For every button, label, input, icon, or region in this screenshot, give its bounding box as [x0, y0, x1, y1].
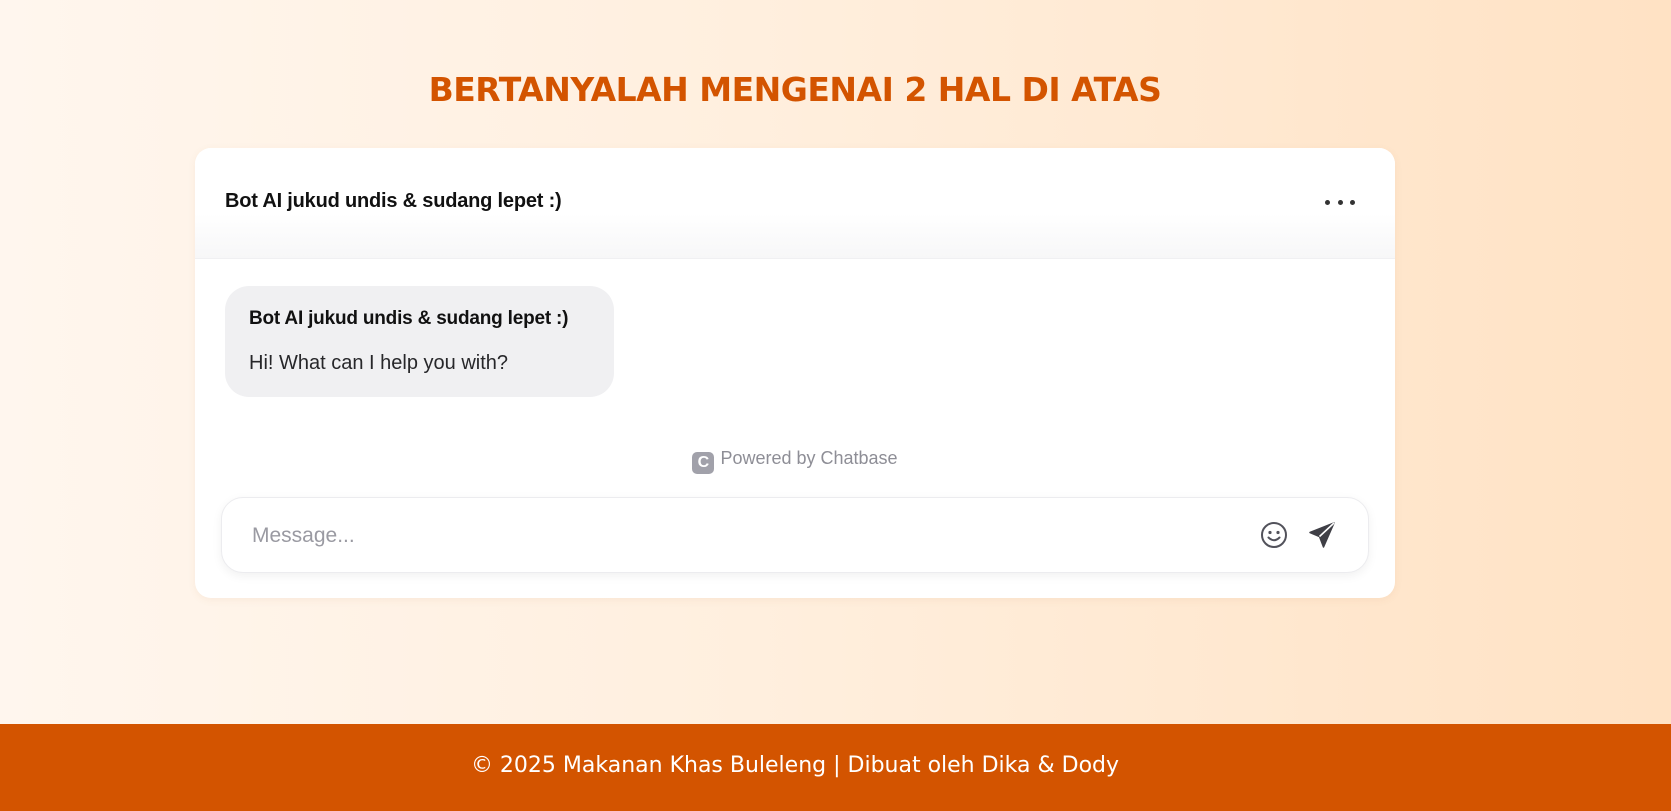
powered-by-link[interactable]: C Powered by Chatbase: [195, 448, 1395, 474]
chat-header-title: Bot AI jukud undis & sudang lepet :): [225, 190, 562, 212]
chat-header: Bot AI jukud undis & sudang lepet :): [195, 148, 1395, 259]
message-input[interactable]: [250, 516, 1234, 556]
send-button[interactable]: [1307, 520, 1337, 550]
smiley-face-icon: [1261, 522, 1287, 548]
chatbase-logo-icon: C: [692, 452, 715, 474]
message-text: Hi! What can I help you with?: [249, 352, 509, 374]
message-composer: [221, 497, 1369, 573]
page-title: BERTANYALAH MENGENAI 2 HAL DI ATAS: [428, 70, 1162, 109]
more-horizontal-icon: [1350, 199, 1355, 205]
message-sender: Bot AI jukud undis & sudang lepet :): [249, 308, 569, 329]
more-horizontal-icon: [1337, 199, 1343, 205]
more-horizontal-icon: [1325, 199, 1330, 205]
more-options-button[interactable]: [1325, 193, 1355, 211]
footer-copyright: © 2025 Makanan Khas Buleleng | Dibuat ol…: [470, 753, 1120, 778]
chat-widget: Bot AI jukud undis & sudang lepet :) Bot…: [195, 148, 1395, 598]
emoji-button[interactable]: [1259, 520, 1289, 550]
bot-message-bubble: Bot AI jukud undis & sudang lepet :) Hi!…: [225, 286, 614, 397]
site-footer: © 2025 Makanan Khas Buleleng | Dibuat ol…: [0, 724, 1671, 811]
paper-plane-icon: [1309, 522, 1335, 548]
powered-by-text: Powered by Chatbase: [720, 448, 898, 468]
